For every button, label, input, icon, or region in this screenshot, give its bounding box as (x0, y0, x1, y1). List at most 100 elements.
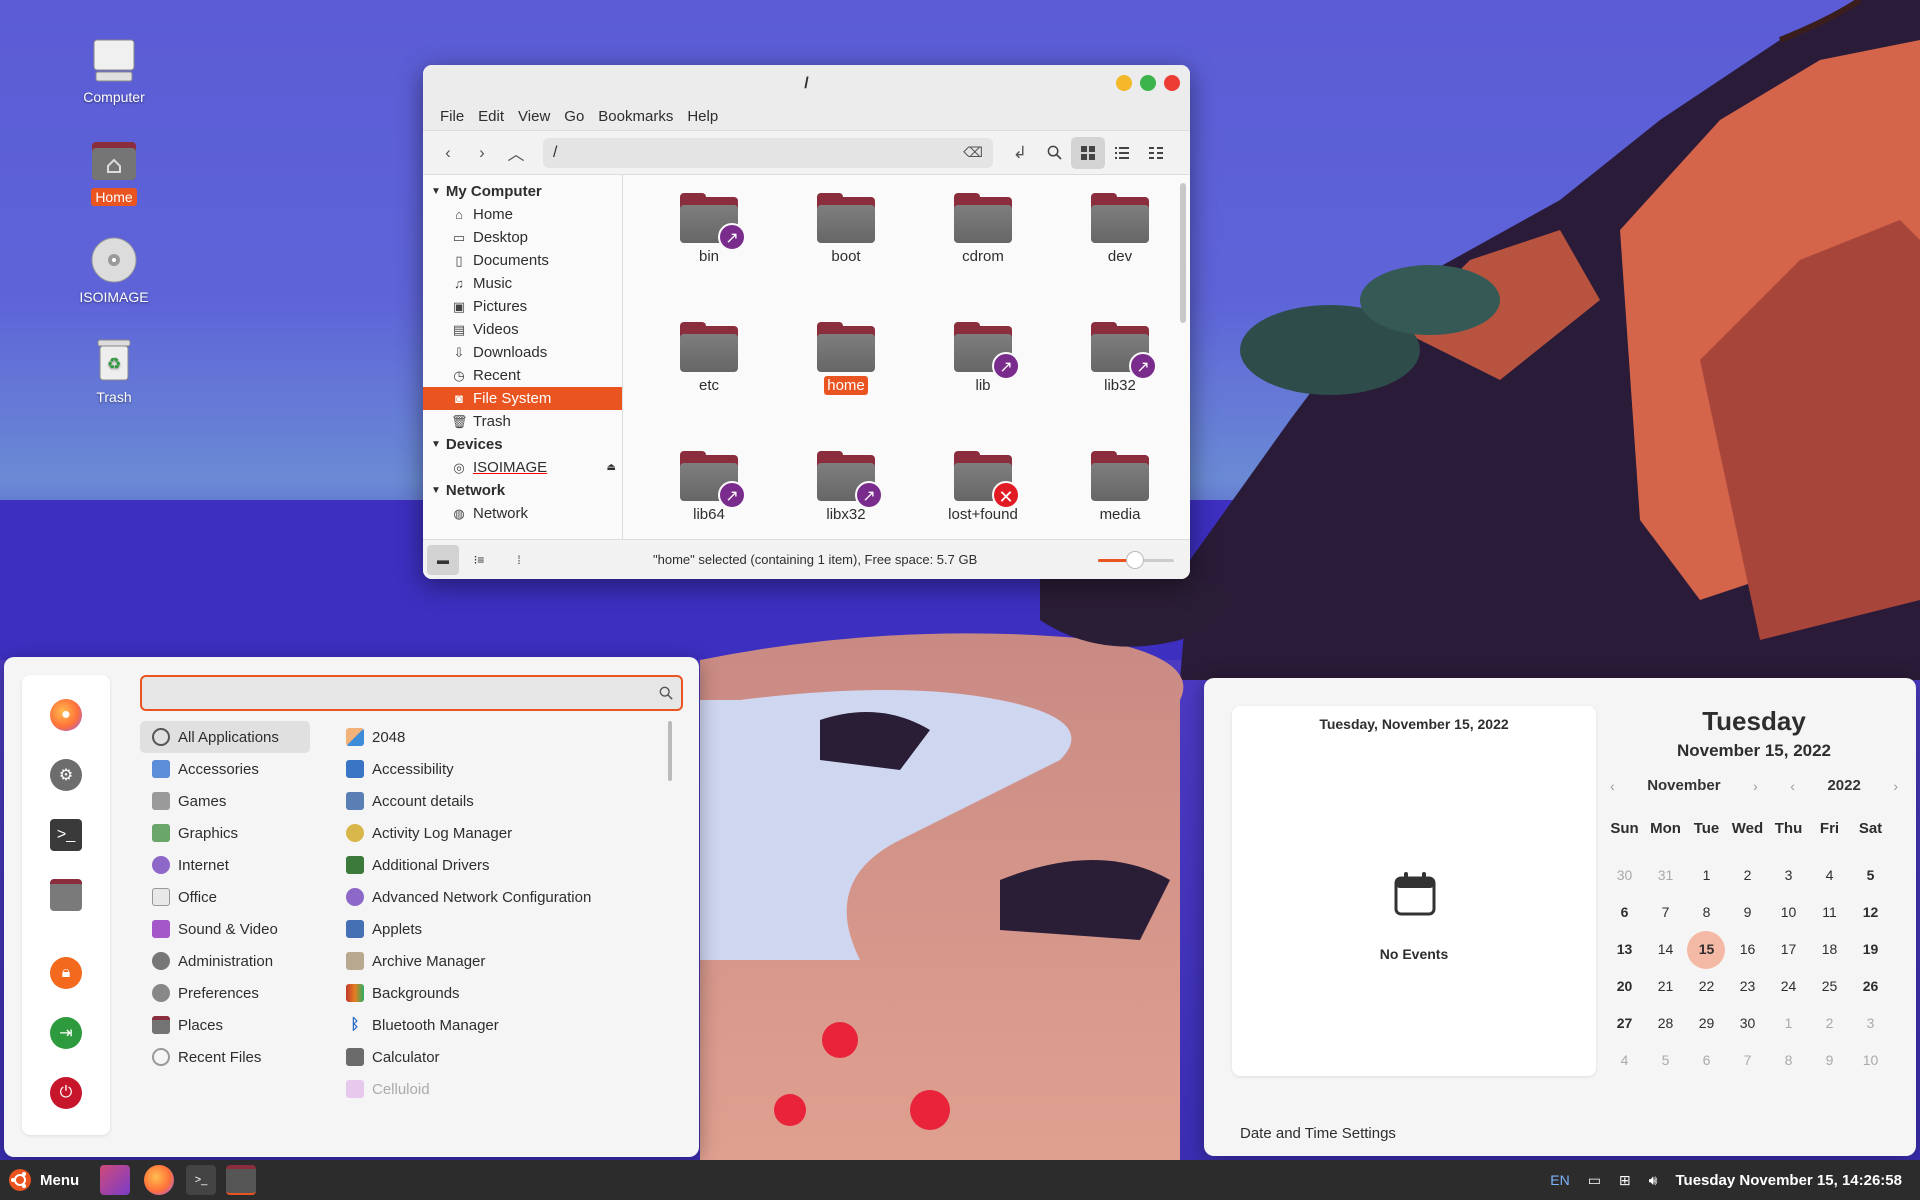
scrollbar[interactable] (668, 721, 672, 781)
terminal-icon[interactable]: >_ (50, 819, 82, 851)
category-graphics[interactable]: Graphics (140, 817, 310, 849)
calendar-day[interactable]: 25 (1809, 968, 1850, 1005)
calendar-day[interactable]: 18 (1809, 931, 1850, 968)
sidebar-section-network[interactable]: ▼ Network (423, 479, 622, 502)
calendar-day[interactable]: 9 (1809, 1042, 1850, 1079)
calendar-day[interactable]: 15 (1686, 931, 1727, 969)
app-accessibility[interactable]: Accessibility (340, 753, 660, 785)
sidebar-item-documents[interactable]: ▯ Documents (423, 249, 622, 272)
desktop-icon-computer[interactable]: Computer (59, 36, 169, 106)
category-places[interactable]: Places (140, 1009, 310, 1041)
calendar-day[interactable]: 10 (1850, 1042, 1891, 1079)
search-field[interactable] (140, 675, 683, 711)
sidebar-item-isoimage[interactable]: ◎ ISOIMAGE ⏏ (423, 456, 622, 479)
menu-bookmarks[interactable]: Bookmarks (593, 105, 678, 128)
calendar-day[interactable]: 8 (1686, 894, 1727, 931)
calendar-day[interactable]: 23 (1727, 968, 1768, 1005)
volume-icon[interactable]: 🔊︎ (1649, 1172, 1658, 1189)
app-backgrounds[interactable]: Backgrounds (340, 977, 660, 1009)
calendar-day[interactable]: 5 (1645, 1042, 1686, 1079)
calendar-day[interactable]: 4 (1809, 857, 1850, 894)
sidebar-item-trash[interactable]: 🗑 Trash (423, 410, 622, 433)
calendar-day[interactable]: 16 (1727, 931, 1768, 968)
sidebar-item-desktop[interactable]: ▭ Desktop (423, 226, 622, 249)
back-icon[interactable]: ‹ (431, 137, 465, 169)
category-sound-video[interactable]: Sound & Video (140, 913, 310, 945)
calendar-day[interactable]: 29 (1686, 1005, 1727, 1042)
close-button[interactable] (1164, 75, 1180, 91)
date-time-settings-link[interactable]: Date and Time Settings (1240, 1125, 1396, 1142)
calendar-day[interactable]: 12 (1850, 894, 1891, 931)
firefox-icon[interactable]: ● (50, 699, 82, 731)
menu-view[interactable]: View (513, 105, 555, 128)
file-item-lost-found[interactable]: ✕ lost+found (928, 451, 1038, 524)
minimize-button[interactable] (1116, 75, 1132, 91)
category-games[interactable]: Games (140, 785, 310, 817)
menu-edit[interactable]: Edit (473, 105, 509, 128)
sidebar-item-file-system[interactable]: ◙ File System (423, 387, 622, 410)
calendar-day[interactable]: 27 (1604, 1005, 1645, 1042)
calendar-day[interactable]: 2 (1809, 1005, 1850, 1042)
files-icon[interactable] (226, 1165, 256, 1195)
category-administration[interactable]: Administration (140, 945, 310, 977)
calendar-day[interactable]: 24 (1768, 968, 1809, 1005)
calendar-day[interactable]: 11 (1809, 894, 1850, 931)
prev-year-icon[interactable]: ‹ (1790, 778, 1795, 794)
calendar-day[interactable]: 17 (1768, 931, 1809, 968)
calendar-day[interactable]: 14 (1645, 931, 1686, 968)
up-icon[interactable]: ︿ (499, 137, 533, 169)
app-account-details[interactable]: Account details (340, 785, 660, 817)
search-icon[interactable] (1037, 137, 1071, 169)
sidebar-section-devices[interactable]: ▼ Devices (423, 433, 622, 456)
calendar-day[interactable]: 20 (1604, 968, 1645, 1005)
calendar-day[interactable]: 13 (1604, 931, 1645, 968)
location-entry[interactable]: / ⌫ (543, 137, 993, 168)
menu-go[interactable]: Go (559, 105, 589, 128)
app-bluetooth-manager[interactable]: ᛒ Bluetooth Manager (340, 1009, 660, 1041)
app-additional-drivers[interactable]: Additional Drivers (340, 849, 660, 881)
eject-icon[interactable]: ⏏ (607, 456, 616, 479)
display-icon[interactable]: ▭ (1588, 1172, 1601, 1189)
list-view-icon[interactable] (1105, 137, 1139, 169)
app-activity-log-manager[interactable]: Activity Log Manager (340, 817, 660, 849)
file-item-lib32[interactable]: ↗ lib32 (1065, 322, 1175, 395)
lock-icon[interactable]: 🔒︎ (50, 957, 82, 989)
file-item-libx32[interactable]: ↗ libx32 (791, 451, 901, 524)
desktop-icon-home[interactable]: Home (59, 136, 169, 206)
settings-icon[interactable]: ⚙ (50, 759, 82, 791)
calendar-day[interactable]: 1 (1686, 857, 1727, 894)
sidebar-item-home[interactable]: ⌂ Home (423, 203, 622, 226)
calendar-day[interactable]: 10 (1768, 894, 1809, 931)
calendar-day[interactable]: 5 (1850, 857, 1891, 894)
scrollbar[interactable] (1180, 183, 1186, 323)
keyboard-layout[interactable]: EN (1550, 1172, 1569, 1188)
category-all-applications[interactable]: All Applications (140, 721, 310, 753)
toggle-location-icon[interactable]: ↲ (1003, 137, 1037, 169)
calendar-day[interactable]: 7 (1727, 1042, 1768, 1079)
calendar-day[interactable]: 28 (1645, 1005, 1686, 1042)
app-celluloid[interactable]: Celluloid (340, 1073, 660, 1105)
category-internet[interactable]: Internet (140, 849, 310, 881)
file-item-lib[interactable]: ↗ lib (928, 322, 1038, 395)
sidebar-item-network[interactable]: ◍ Network (423, 502, 622, 525)
app-calculator[interactable]: Calculator (340, 1041, 660, 1073)
category-recent-files[interactable]: Recent Files (140, 1041, 310, 1073)
app-advanced-network-configuration[interactable]: Advanced Network Configuration (340, 881, 660, 913)
sidebar-item-recent[interactable]: ◷ Recent (423, 364, 622, 387)
firefox-icon[interactable] (144, 1165, 174, 1195)
calendar-day[interactable]: 3 (1850, 1005, 1891, 1042)
prev-month-icon[interactable]: ‹ (1610, 778, 1615, 794)
zoom-slider[interactable] (1098, 551, 1174, 569)
file-item-boot[interactable]: boot (791, 193, 901, 266)
calendar-day[interactable]: 4 (1604, 1042, 1645, 1079)
show-places-icon[interactable]: ▬ (427, 544, 459, 575)
clear-location-icon[interactable]: ⌫ (963, 144, 983, 161)
file-item-etc[interactable]: etc (654, 322, 764, 395)
clock[interactable]: Tuesday November 15, 14:26:58 (1675, 1172, 1902, 1189)
next-month-icon[interactable]: › (1753, 778, 1758, 794)
maximize-button[interactable] (1140, 75, 1156, 91)
file-item-dev[interactable]: dev (1065, 193, 1175, 266)
menu-file[interactable]: File (435, 105, 469, 128)
calendar-day[interactable]: 2 (1727, 857, 1768, 894)
show-desktop-icon[interactable] (100, 1165, 130, 1195)
